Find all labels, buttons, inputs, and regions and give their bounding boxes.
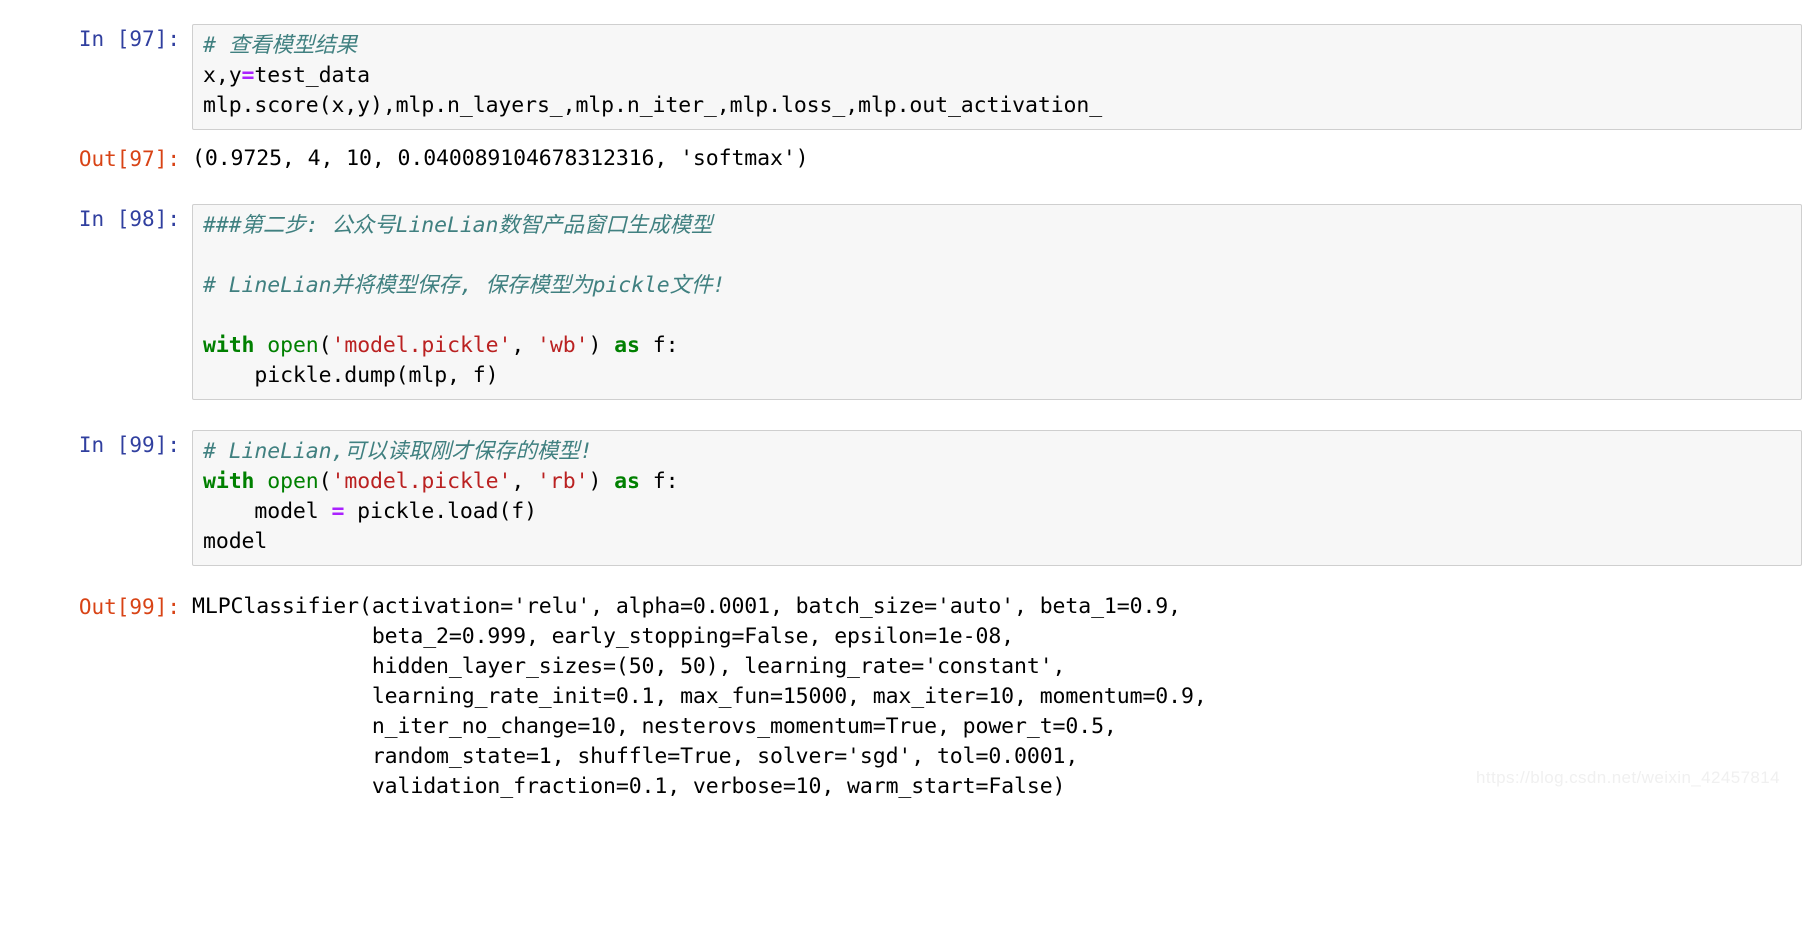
cell-spacer bbox=[0, 174, 1802, 204]
output-prompt-97: Out[97]: bbox=[78, 147, 180, 171]
output-line: hidden_layer_sizes=(50, 50), learning_ra… bbox=[192, 654, 1066, 679]
output-line: learning_rate_init=0.1, max_fun=15000, m… bbox=[192, 684, 1207, 709]
output-text-99: MLPClassifier(activation='relu', alpha=0… bbox=[192, 592, 1802, 802]
output-line: beta_2=0.999, early_stopping=False, epsi… bbox=[192, 624, 1015, 649]
notebook-cell-output: Out[97]: (0.9725, 4, 10, 0.0400891046783… bbox=[0, 144, 1802, 174]
jupyter-notebook: In [97]: # 查看模型结果 x,y=test_data mlp.scor… bbox=[0, 0, 1802, 802]
input-prompt-99[interactable]: In [99]: bbox=[0, 430, 192, 460]
notebook-cell-input[interactable]: In [98]: ###第二步: 公众号LineLian数智产品窗口生成模型 #… bbox=[0, 204, 1802, 400]
cell-spacer bbox=[0, 566, 1802, 592]
output-line: random_state=1, shuffle=True, solver='sg… bbox=[192, 744, 1079, 769]
notebook-cell-input[interactable]: In [97]: # 查看模型结果 x,y=test_data mlp.scor… bbox=[0, 24, 1802, 130]
code-editor-99[interactable]: # LineLian,可以读取刚才保存的模型! with open('model… bbox=[192, 430, 1802, 566]
output-text-97: (0.9725, 4, 10, 0.040089104678312316, 's… bbox=[192, 146, 809, 171]
output-line: n_iter_no_change=10, nesterovs_momentum=… bbox=[192, 714, 1117, 739]
code-source-97: # 查看模型结果 x,y=test_data mlp.score(x,y),ml… bbox=[203, 33, 1103, 118]
code-source-99: # LineLian,可以读取刚才保存的模型! with open('model… bbox=[203, 439, 679, 554]
code-source-98: ###第二步: 公众号LineLian数智产品窗口生成模型 # LineLian… bbox=[203, 213, 726, 388]
cell-spacer bbox=[0, 400, 1802, 430]
output-line: MLPClassifier(activation='relu', alpha=0… bbox=[192, 594, 1181, 619]
input-prompt-97[interactable]: In [97]: bbox=[0, 24, 192, 54]
code-editor-97[interactable]: # 查看模型结果 x,y=test_data mlp.score(x,y),ml… bbox=[192, 24, 1802, 130]
output-area-99: MLPClassifier(activation='relu', alpha=0… bbox=[192, 592, 1802, 802]
cell-spacer bbox=[0, 130, 1802, 144]
code-editor-98[interactable]: ###第二步: 公众号LineLian数智产品窗口生成模型 # LineLian… bbox=[192, 204, 1802, 400]
notebook-cell-output: Out[99]: MLPClassifier(activation='relu'… bbox=[0, 592, 1802, 802]
notebook-cell-input[interactable]: In [99]: # LineLian,可以读取刚才保存的模型! with op… bbox=[0, 430, 1802, 566]
output-line: validation_fraction=0.1, verbose=10, war… bbox=[192, 774, 1066, 799]
output-area-97: (0.9725, 4, 10, 0.040089104678312316, 's… bbox=[192, 144, 1802, 174]
output-prompt-99: Out[99]: bbox=[78, 595, 180, 619]
input-prompt-98[interactable]: In [98]: bbox=[0, 204, 192, 234]
